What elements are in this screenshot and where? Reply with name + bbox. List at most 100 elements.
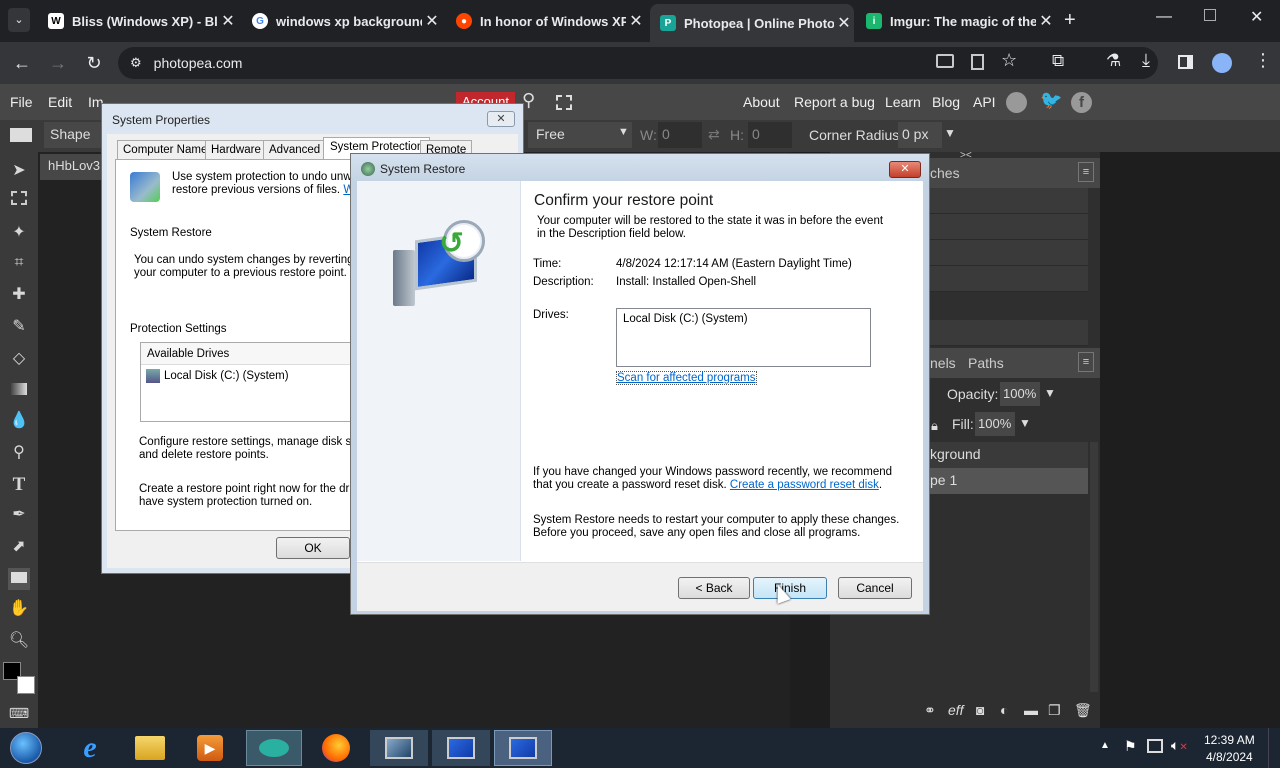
bookmark-star-icon[interactable]: ☆: [1001, 50, 1017, 71]
link-report-bug[interactable]: Report a bug: [794, 94, 875, 110]
swatch-row[interactable]: [928, 188, 1088, 214]
media-player-icon[interactable]: ▶: [182, 730, 238, 766]
move-tool-icon[interactable]: ➤: [8, 160, 30, 182]
restore-window-button[interactable]: [1204, 9, 1216, 21]
password-reset-disk-link[interactable]: Create a password reset disk: [730, 479, 879, 491]
magic-wand-tool-icon[interactable]: ✦: [8, 222, 30, 244]
layer-row-shape[interactable]: pe 1: [928, 468, 1088, 494]
healing-tool-icon[interactable]: ✚: [8, 284, 30, 306]
swatch-row[interactable]: [928, 320, 1088, 346]
reddit-icon[interactable]: [1006, 92, 1027, 113]
link-learn[interactable]: Learn: [885, 94, 921, 110]
photo-app-icon[interactable]: [246, 730, 302, 766]
reload-icon[interactable]: ↻: [80, 50, 108, 76]
tab-computer-name[interactable]: Computer Name: [117, 140, 214, 159]
clock-time[interactable]: 12:39 AM: [1204, 733, 1255, 747]
mask-icon[interactable]: ◙: [976, 702, 984, 718]
close-icon[interactable]: ✕: [889, 161, 921, 178]
tab-paths[interactable]: Paths: [968, 355, 1004, 371]
fullscreen-icon[interactable]: [556, 95, 572, 110]
action-center-flag-icon[interactable]: ⚑: [1124, 738, 1137, 755]
swatch-row[interactable]: [928, 266, 1088, 292]
system-properties-taskbar-icon[interactable]: [432, 730, 490, 766]
drives-column-header[interactable]: Available Drives: [141, 343, 351, 365]
lock-icon[interactable]: 🔒︎: [931, 418, 938, 434]
height-input[interactable]: 0: [748, 122, 792, 148]
close-window-button[interactable]: ✕: [1250, 7, 1263, 27]
browser-tab-photopea[interactable]: P Photopea | Online Photo ✕: [650, 4, 854, 42]
layer-row-background[interactable]: kground: [928, 442, 1088, 468]
hand-tool-icon[interactable]: ✋: [8, 598, 30, 620]
new-layer-icon[interactable]: ❐: [1048, 702, 1061, 719]
scan-affected-programs-link[interactable]: Scan for affected programs: [616, 371, 757, 385]
window-titlebar[interactable]: System Restore: [351, 154, 929, 182]
corner-radius-input[interactable]: 0 px: [898, 122, 942, 148]
swatch-row[interactable]: [928, 214, 1088, 240]
window-titlebar[interactable]: System Properties: [102, 104, 523, 134]
folder-icon[interactable]: ▬: [1024, 702, 1038, 718]
tab-swatches[interactable]: ches: [930, 165, 960, 181]
fill-input[interactable]: 100%: [975, 412, 1015, 436]
show-hidden-icons-icon[interactable]: ▲: [1100, 740, 1110, 751]
back-button[interactable]: < Back: [678, 577, 750, 599]
trash-icon[interactable]: 🗑︎: [1074, 702, 1092, 719]
pen-tool-icon[interactable]: ✒: [8, 504, 30, 526]
document-tab[interactable]: hHbLov3: [40, 154, 110, 180]
chevron-down-icon[interactable]: ▼: [1044, 386, 1056, 400]
internet-explorer-icon[interactable]: e: [62, 730, 118, 766]
labs-flask-icon[interactable]: ⚗: [1106, 51, 1121, 71]
link-layers-icon[interactable]: ⚭: [924, 702, 936, 719]
panel-menu-icon[interactable]: ≡: [1078, 162, 1094, 182]
chevron-down-icon[interactable]: ▼: [1019, 416, 1031, 430]
facebook-icon[interactable]: f: [1071, 92, 1092, 113]
shape-tool-icon[interactable]: [8, 568, 30, 590]
link-blog[interactable]: Blog: [932, 94, 960, 110]
path-select-tool-icon[interactable]: ⬈: [8, 536, 30, 558]
firefox-icon[interactable]: [308, 730, 364, 766]
file-explorer-icon[interactable]: [122, 730, 178, 766]
tab-hardware[interactable]: Hardware: [205, 140, 267, 159]
effects-icon[interactable]: eff: [948, 702, 964, 718]
dodge-tool-icon[interactable]: ⚲: [8, 442, 30, 464]
show-desktop-button[interactable]: [1268, 728, 1280, 768]
ok-button[interactable]: OK: [276, 537, 350, 559]
download-icon[interactable]: ⤓: [1142, 50, 1150, 71]
tab-advanced[interactable]: Advanced: [263, 140, 327, 159]
browser-tab-bliss[interactable]: W Bliss (Windows XP) - Blis ✕: [38, 6, 238, 36]
site-settings-icon[interactable]: ⚙: [130, 55, 142, 71]
twitter-icon[interactable]: 🐦: [1040, 90, 1062, 111]
system-restore-taskbar-icon[interactable]: [494, 730, 552, 766]
close-icon[interactable]: ✕: [218, 11, 238, 31]
finish-button[interactable]: Finish: [753, 577, 827, 599]
browser-tab-google[interactable]: G windows xp background ✕: [242, 6, 442, 36]
keyboard-icon[interactable]: ⌨: [8, 702, 30, 724]
minimize-window-button[interactable]: —: [1156, 8, 1172, 26]
browser-tab-reddit[interactable]: ● In honor of Windows XP ✕: [446, 6, 646, 36]
width-input[interactable]: 0: [658, 122, 702, 148]
blur-tool-icon[interactable]: 💧: [8, 410, 30, 432]
link-api[interactable]: API: [973, 94, 996, 110]
close-icon[interactable]: ✕: [422, 11, 442, 31]
brush-tool-icon[interactable]: ✎: [8, 316, 30, 338]
forward-arrow-icon[interactable]: →: [44, 50, 72, 76]
page-icon[interactable]: [971, 54, 984, 70]
crop-tool-icon[interactable]: ⌗: [8, 252, 30, 274]
link-about[interactable]: About: [743, 94, 780, 110]
eraser-tool-icon[interactable]: ◇: [8, 348, 30, 370]
shape-mode-select[interactable]: Shape: [44, 122, 106, 148]
cancel-button[interactable]: Cancel: [838, 577, 912, 599]
start-button[interactable]: [0, 730, 52, 766]
extensions-icon[interactable]: ⧉: [1052, 51, 1064, 71]
menu-edit[interactable]: Edit: [48, 94, 72, 110]
volume-muted-icon[interactable]: 🔈︎✕: [1171, 737, 1188, 754]
browser-menu-icon[interactable]: ⋮: [1254, 50, 1272, 71]
type-tool-icon[interactable]: T: [8, 474, 30, 496]
close-icon[interactable]: ✕: [626, 11, 646, 31]
panel-menu-icon[interactable]: ≡: [1078, 352, 1094, 372]
adjustment-icon[interactable]: ◐: [1000, 702, 1008, 718]
profile-avatar[interactable]: [1212, 53, 1232, 73]
clock-date[interactable]: 4/8/2024: [1206, 750, 1253, 764]
opacity-input[interactable]: 100%: [1000, 382, 1040, 406]
link-icon[interactable]: ⇄: [708, 126, 720, 143]
background-color-swatch[interactable]: [17, 676, 35, 694]
